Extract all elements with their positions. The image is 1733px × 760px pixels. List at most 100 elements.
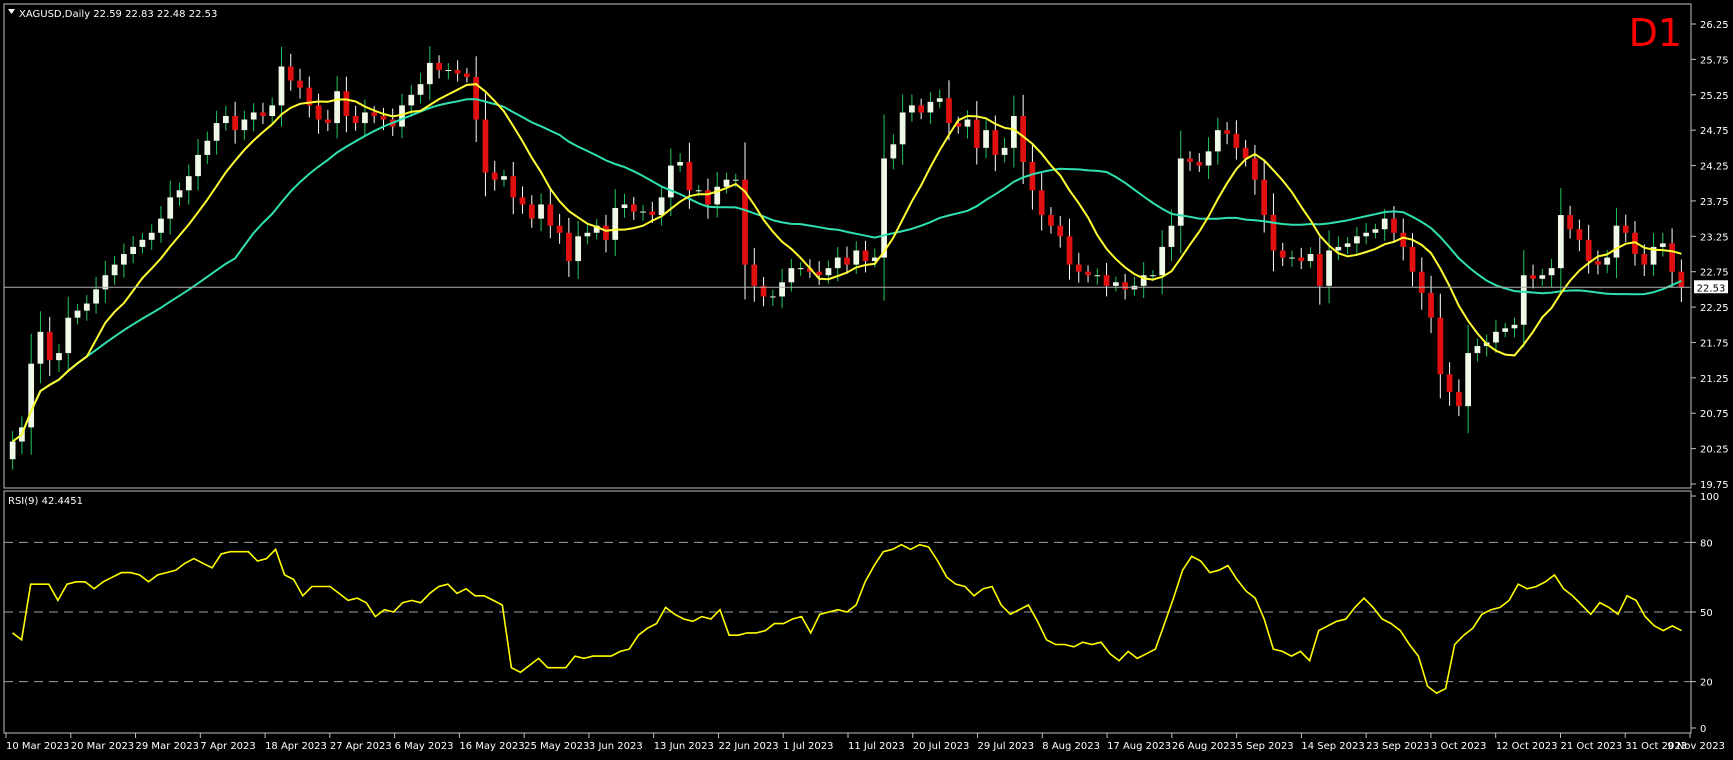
time-tick-label: 11 Jul 2023 bbox=[848, 741, 905, 752]
candle-body bbox=[1409, 246, 1416, 272]
rsi-axis: 100 80 50 20 0 bbox=[1691, 492, 1719, 735]
candle-body bbox=[222, 116, 229, 124]
symbol-header: XAGUSD,Daily 22.59 22.83 22.48 22.53 bbox=[19, 9, 217, 20]
candle-body bbox=[436, 62, 442, 70]
candle-body bbox=[1474, 346, 1481, 354]
candle-body bbox=[1418, 271, 1425, 293]
candle-body bbox=[37, 331, 44, 364]
candle-body bbox=[667, 165, 674, 198]
time-tick-label: 20 Mar 2023 bbox=[71, 741, 134, 752]
price-tick-label: 22.75 bbox=[1700, 268, 1729, 279]
candle-body bbox=[547, 204, 554, 226]
candle-body bbox=[371, 112, 378, 116]
candle-body bbox=[334, 91, 340, 124]
candle-body bbox=[1622, 225, 1629, 233]
candle-body bbox=[65, 317, 72, 354]
candle-body bbox=[992, 130, 999, 155]
time-tick-label: 3 Jun 2023 bbox=[589, 741, 643, 752]
candle-body bbox=[1085, 271, 1091, 276]
price-tick-label: 20.75 bbox=[1700, 409, 1729, 420]
candle-body bbox=[677, 162, 684, 166]
rsi-tick-label: 100 bbox=[1700, 492, 1719, 503]
candle-body bbox=[352, 116, 359, 124]
time-tick-label: 27 Apr 2023 bbox=[330, 741, 392, 752]
candle-body bbox=[1205, 151, 1212, 166]
price-tick-label: 24.75 bbox=[1700, 126, 1729, 137]
candle-body bbox=[1520, 275, 1527, 325]
candle-body bbox=[1001, 147, 1008, 155]
candle-body bbox=[890, 144, 897, 159]
candle-body bbox=[204, 140, 211, 155]
candle-body bbox=[946, 98, 952, 124]
candle-body bbox=[380, 116, 387, 120]
candle-body bbox=[1159, 246, 1166, 276]
candle-body bbox=[909, 105, 915, 113]
candle-body bbox=[575, 236, 582, 262]
candle-body bbox=[686, 162, 693, 191]
time-tick-label: 17 Aug 2023 bbox=[1107, 741, 1171, 752]
candle-body bbox=[343, 91, 350, 116]
candle-body bbox=[130, 246, 137, 254]
candle-body bbox=[362, 112, 368, 124]
candle-body bbox=[1289, 257, 1295, 259]
candle-body bbox=[1048, 215, 1054, 226]
candle-body bbox=[788, 268, 795, 283]
candle-body bbox=[510, 176, 517, 198]
candle-body bbox=[881, 158, 887, 258]
price-tick-label: 19.75 bbox=[1700, 480, 1729, 491]
time-tick-label: 29 Mar 2023 bbox=[136, 741, 199, 752]
rsi-panel[interactable]: 100 80 50 20 0 RSI(9) 42.4451 bbox=[3, 490, 1719, 735]
candle-body bbox=[408, 94, 415, 106]
candle-body bbox=[936, 98, 943, 102]
candle-body bbox=[769, 296, 776, 298]
candle-body bbox=[825, 268, 832, 276]
candle-body bbox=[46, 331, 53, 361]
candle-body bbox=[1446, 374, 1453, 392]
candle-body bbox=[1326, 250, 1332, 286]
candle-body bbox=[1094, 275, 1101, 277]
candle-body bbox=[1455, 392, 1462, 407]
candle-body bbox=[1428, 292, 1434, 318]
candle-body bbox=[83, 303, 90, 311]
candle-body bbox=[1557, 215, 1564, 269]
candle-body bbox=[779, 282, 785, 297]
candle-body bbox=[1548, 268, 1555, 276]
price-tick-label: 26.25 bbox=[1700, 20, 1729, 31]
candle-body bbox=[121, 254, 127, 265]
time-tick-label: 23 Sep 2023 bbox=[1366, 741, 1429, 752]
rsi-tick-label: 0 bbox=[1700, 724, 1706, 735]
candle-body bbox=[834, 257, 841, 269]
candle-body bbox=[1363, 232, 1370, 237]
candle-body bbox=[1530, 275, 1536, 279]
rsi-tick-label: 20 bbox=[1700, 678, 1713, 689]
price-tick-label: 22.25 bbox=[1700, 303, 1729, 314]
candle-body bbox=[426, 62, 433, 85]
candle-body bbox=[918, 105, 925, 113]
candle-body bbox=[1057, 225, 1064, 237]
candle-body bbox=[56, 353, 62, 361]
candle-body bbox=[899, 112, 906, 145]
candle-body bbox=[454, 70, 461, 74]
time-tick-label: 7 Apr 2023 bbox=[200, 741, 255, 752]
price-panel[interactable]: 26.25 25.75 25.25 24.75 24.25 23.75 23.25 22.75… bbox=[3, 3, 1729, 491]
candle-body bbox=[714, 186, 721, 205]
candle-body bbox=[705, 190, 711, 205]
candle-body bbox=[287, 66, 294, 81]
candle-body bbox=[1567, 215, 1573, 230]
candle-body bbox=[528, 204, 535, 219]
candle-body bbox=[315, 105, 322, 120]
time-tick-label: 16 May 2023 bbox=[459, 741, 524, 752]
candle-body bbox=[185, 176, 192, 191]
candle-body bbox=[139, 239, 146, 247]
candle-body bbox=[630, 204, 637, 212]
candle-body bbox=[797, 268, 804, 270]
candle-body bbox=[723, 179, 730, 187]
chart-window[interactable]: 26.25 25.75 25.25 24.75 24.25 23.75 23.25 22.75… bbox=[0, 0, 1733, 756]
candle-body bbox=[464, 73, 470, 78]
candle-body bbox=[148, 232, 155, 240]
candle-body bbox=[973, 119, 980, 148]
candle-body bbox=[649, 211, 656, 216]
candle-body bbox=[195, 154, 201, 177]
price-tick-label: 25.75 bbox=[1700, 55, 1729, 66]
candle-body bbox=[158, 218, 164, 233]
